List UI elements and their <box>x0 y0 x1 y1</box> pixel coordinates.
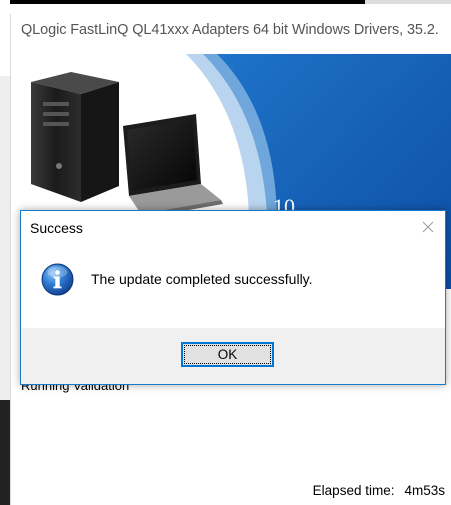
dialog-titlebar[interactable]: Success <box>21 211 445 245</box>
dialog-message: The update completed successfully. <box>91 271 313 287</box>
dialog-title: Success <box>30 220 83 236</box>
top-gray-strip <box>365 0 451 4</box>
elapsed-time-value: 4m53s <box>404 483 445 498</box>
dialog-footer: OK <box>21 328 445 384</box>
elapsed-time: Elapsed time: 4m53s <box>313 483 445 498</box>
top-black-strip <box>10 0 365 4</box>
background-window-edge-dark <box>0 400 10 505</box>
dialog-body: The update completed successfully. <box>21 245 445 328</box>
installer-title: QLogic FastLinQ QL41xxx Adapters 64 bit … <box>21 22 439 38</box>
info-icon <box>41 263 74 296</box>
close-icon[interactable] <box>417 216 439 238</box>
success-dialog: Success The update completed successfull… <box>20 210 446 385</box>
screen: QLogic FastLinQ QL41xxx Adapters 64 bit … <box>0 0 451 505</box>
elapsed-time-label: Elapsed time: <box>312 483 395 498</box>
ok-button[interactable]: OK <box>181 342 274 367</box>
